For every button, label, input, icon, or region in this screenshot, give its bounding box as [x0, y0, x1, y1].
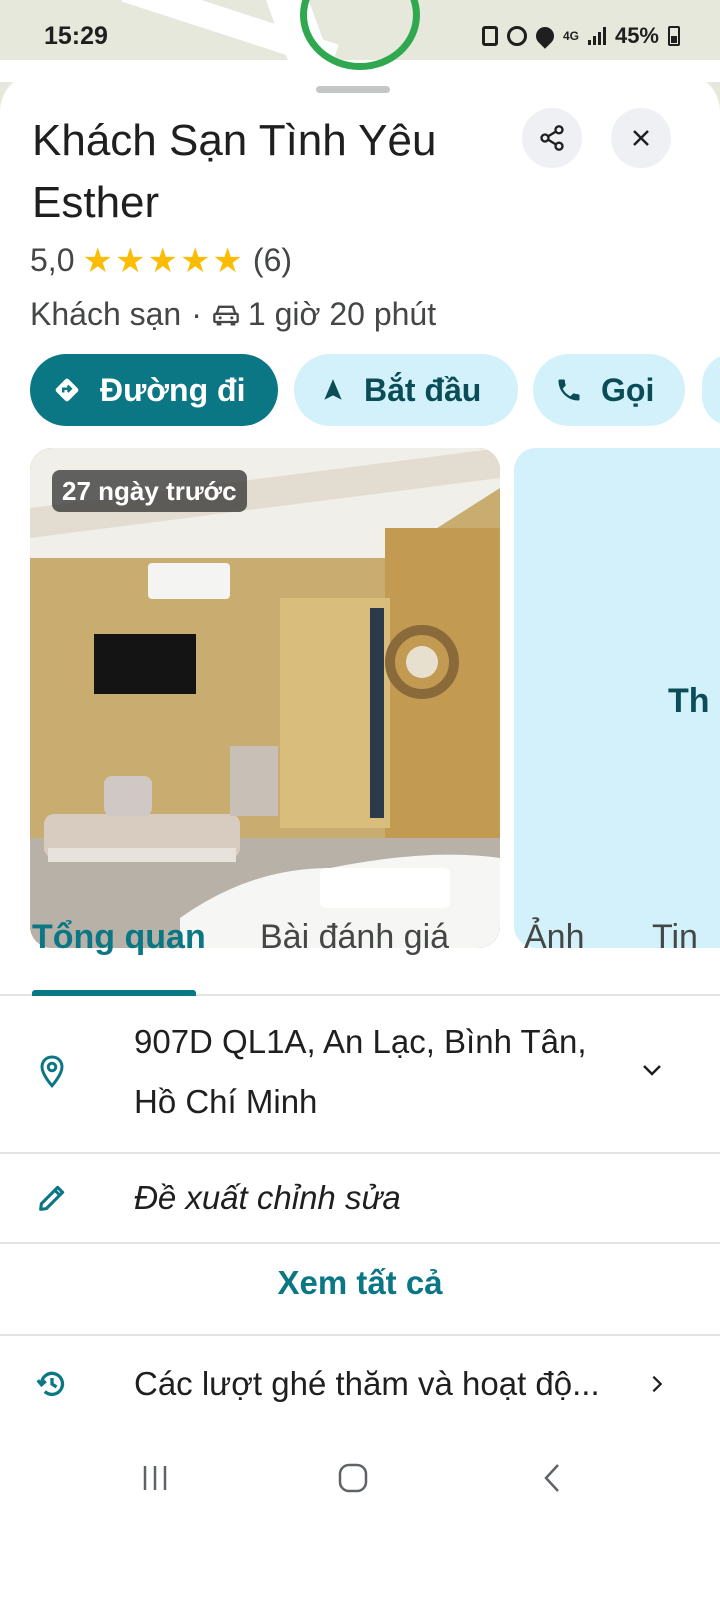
place-category: Khách sạn	[30, 296, 182, 332]
status-bar: 15:29 4G 45%	[0, 0, 720, 72]
recent-apps-icon[interactable]	[140, 1460, 172, 1501]
rating-stars: ★ ★ ★ ★ ★	[82, 244, 244, 278]
chevron-right-icon[interactable]	[646, 1372, 668, 1401]
address-text: 907D QL1A, An Lạc, Bình Tân, Hồ Chí Minh	[134, 1023, 587, 1120]
see-all-link[interactable]: Xem tất cả	[0, 1264, 720, 1302]
tab-photos[interactable]: Ảnh	[524, 918, 585, 957]
hotel-photo[interactable]: 27 ngày trước	[30, 448, 500, 948]
status-icons: 4G 45%	[481, 23, 680, 49]
call-button[interactable]: Gọi	[533, 354, 685, 426]
see-all-row[interactable]: Xem tất cả	[0, 1244, 720, 1336]
suggest-edit-row[interactable]: Đề xuất chỉnh sửa	[0, 1154, 720, 1244]
app-notification-icon	[481, 26, 498, 46]
start-button[interactable]: Bắt đầu	[294, 354, 518, 426]
rating-value: 5,0	[30, 242, 75, 278]
car-icon	[213, 305, 239, 325]
star-icon: ★	[179, 241, 211, 280]
back-icon[interactable]	[538, 1460, 566, 1501]
network-type-icon: 4G	[562, 28, 579, 43]
chevron-down-icon[interactable]	[640, 1058, 664, 1087]
star-icon: ★	[114, 241, 146, 280]
visits-text: Các lượt ghé thăm và hoạt độ...	[134, 1365, 600, 1402]
history-icon	[34, 1366, 70, 1402]
meta-separator: ·	[191, 296, 202, 332]
navigation-arrow-icon	[320, 376, 346, 404]
drag-handle[interactable]	[316, 86, 390, 93]
home-icon[interactable]	[336, 1460, 370, 1501]
directions-label: Đường đi	[100, 371, 246, 408]
review-count: (6)	[252, 242, 293, 278]
close-button[interactable]	[611, 108, 671, 168]
hotel-room-image	[30, 448, 500, 948]
directions-diamond-icon	[52, 375, 82, 405]
rating-row[interactable]: 5,0 ★ ★ ★ ★ ★ (6)	[30, 242, 292, 279]
call-label: Gọi	[601, 371, 655, 408]
side-photo-card[interactable]: Th	[514, 448, 720, 948]
battery-percent: 45%	[614, 23, 659, 48]
tab-reviews[interactable]: Bài đánh giá	[260, 918, 449, 957]
close-icon	[633, 130, 649, 146]
address-row[interactable]: 907D QL1A, An Lạc, Bình Tân, Hồ Chí Minh	[0, 996, 720, 1154]
suggest-edit-text: Đề xuất chỉnh sửa	[134, 1179, 401, 1216]
location-pin-icon	[34, 1054, 70, 1090]
star-icon: ★	[212, 241, 243, 280]
location-status-icon	[532, 23, 558, 49]
visits-row[interactable]: Các lượt ghé thăm và hoạt độ...	[0, 1336, 720, 1446]
signal-icon	[587, 27, 606, 45]
side-card-label: Th	[668, 682, 710, 720]
system-nav-bar	[0, 1440, 720, 1522]
more-actions-chip[interactable]	[702, 354, 720, 426]
phone-icon	[555, 376, 583, 404]
status-time: 15:29	[44, 21, 108, 50]
meta-row: Khách sạn · 1 giờ 20 phút	[30, 296, 436, 333]
place-sheet: Khách Sạn Tình Yêu Esther 5,0 ★ ★ ★ ★ ★ …	[0, 72, 720, 1600]
photo-date-tag: 27 ngày trước	[52, 470, 247, 512]
tab-overview[interactable]: Tổng quan	[32, 918, 206, 957]
share-button[interactable]	[522, 108, 582, 168]
alarm-icon	[506, 26, 527, 46]
directions-button[interactable]: Đường đi	[30, 354, 278, 426]
pencil-icon	[34, 1180, 70, 1216]
star-icon: ★	[147, 241, 178, 280]
share-icon	[540, 125, 564, 151]
battery-icon	[668, 26, 680, 46]
start-label: Bắt đầu	[364, 371, 482, 408]
travel-time: 1 giờ 20 phút	[247, 296, 437, 332]
tab-updates[interactable]: Tin	[652, 918, 698, 957]
star-icon: ★	[82, 241, 113, 280]
place-title: Khách Sạn Tình Yêu Esther	[32, 116, 437, 227]
tab-bar: Tổng quan Bài đánh giá Ảnh Tin	[0, 900, 720, 996]
